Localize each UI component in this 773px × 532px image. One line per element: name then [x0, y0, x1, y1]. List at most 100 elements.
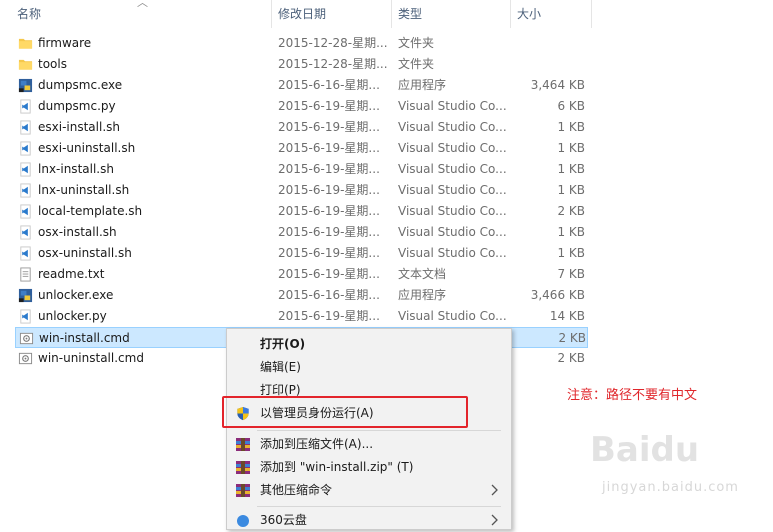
file-date: 2015-6-19-星期...	[278, 204, 380, 218]
file-date: 2015-6-16-星期...	[278, 78, 380, 92]
file-row[interactable]: osx-uninstall.sh 2015-6-19-星期... Visual St…	[15, 243, 588, 264]
vscode-file-icon	[18, 162, 33, 177]
file-size: 7 KB	[557, 267, 585, 281]
menu-item-label: 编辑(E)	[260, 360, 301, 374]
vscode-file-icon	[18, 204, 33, 219]
file-row[interactable]: esxi-uninstall.sh 2015-6-19-星期... Visual S…	[15, 138, 588, 159]
column-divider[interactable]	[510, 0, 511, 28]
file-type: 应用程序	[398, 78, 447, 92]
vscode-file-icon	[18, 246, 33, 261]
file-row[interactable]: tools 2015-12-28-星期... 文件夹	[15, 54, 588, 75]
column-header-date[interactable]: 修改日期	[278, 0, 326, 28]
file-name: tools	[38, 57, 67, 71]
file-row[interactable]: firmware 2015-12-28-星期... 文件夹	[15, 33, 588, 54]
file-row[interactable]: dumpsmc.py 2015-6-19-星期... Visual Studio C…	[15, 96, 588, 117]
file-name: lnx-install.sh	[38, 162, 114, 176]
file-size: 6 KB	[557, 99, 585, 113]
file-row[interactable]: local-template.sh 2015-6-19-星期... Visual S…	[15, 201, 588, 222]
menu-separator	[257, 430, 501, 431]
file-name: dumpsmc.py	[38, 99, 116, 113]
file-type: Visual Studio Co...	[398, 120, 507, 134]
cmd-file-icon	[19, 331, 34, 346]
vscode-file-icon	[18, 183, 33, 198]
file-type: Visual Studio Co...	[398, 162, 507, 176]
file-type: Visual Studio Co...	[398, 309, 507, 323]
column-divider[interactable]	[271, 0, 272, 28]
file-size: 2 KB	[558, 331, 586, 345]
file-size: 1 KB	[557, 120, 585, 134]
file-date: 2015-6-19-星期...	[278, 99, 380, 113]
file-type: Visual Studio Co...	[398, 204, 507, 218]
cloud-drive-icon	[235, 513, 251, 528]
vscode-file-icon	[18, 141, 33, 156]
watermark-brand: Baidu	[590, 430, 700, 470]
vscode-file-icon	[18, 225, 33, 240]
file-row[interactable]: dumpsmc.exe 2015-6-16-星期... 应用程序 3,464 KB	[15, 75, 588, 96]
python-exe-icon	[18, 288, 33, 303]
menu-item-open[interactable]: 打开(O)	[227, 333, 511, 356]
menu-item-label: 打开(O)	[260, 337, 306, 351]
file-name: esxi-uninstall.sh	[38, 141, 136, 155]
file-name: unlocker.exe	[38, 288, 114, 302]
file-name: lnx-uninstall.sh	[38, 183, 130, 197]
file-row[interactable]: lnx-install.sh 2015-6-19-星期... Visual Stud…	[15, 159, 588, 180]
file-row[interactable]: readme.txt 2015-6-19-星期... 文本文档 7 KB	[15, 264, 588, 285]
file-type: Visual Studio Co...	[398, 246, 507, 260]
file-row[interactable]: osx-install.sh 2015-6-19-星期... Visual Stud…	[15, 222, 588, 243]
file-size: 2 KB	[557, 351, 585, 365]
column-divider[interactable]	[591, 0, 592, 28]
file-size: 14 KB	[549, 309, 585, 323]
column-header-type[interactable]: 类型	[398, 0, 422, 28]
file-size: 1 KB	[557, 246, 585, 260]
menu-item-label: 添加到 "win-install.zip" (T)	[260, 460, 414, 474]
folder-icon	[18, 57, 33, 72]
file-name: osx-install.sh	[38, 225, 117, 239]
file-size: 2 KB	[557, 204, 585, 218]
column-header-size[interactable]: 大小	[517, 0, 541, 28]
file-date: 2015-6-19-星期...	[278, 183, 380, 197]
file-name: dumpsmc.exe	[38, 78, 123, 92]
menu-item-add-to-zip[interactable]: 添加到 "win-install.zip" (T)	[227, 456, 511, 479]
winrar-icon	[235, 437, 251, 452]
file-size: 1 KB	[557, 141, 585, 155]
file-size: 1 KB	[557, 162, 585, 176]
file-row[interactable]: unlocker.py 2015-6-19-星期... Visual Studio …	[15, 306, 588, 327]
file-type: 应用程序	[398, 288, 447, 302]
file-name: unlocker.py	[38, 309, 107, 323]
vscode-file-icon	[18, 309, 33, 324]
file-type: Visual Studio Co...	[398, 99, 507, 113]
chevron-right-icon	[489, 513, 499, 527]
file-name: readme.txt	[38, 267, 105, 281]
annotation-highlight-box	[222, 396, 468, 428]
file-row[interactable]: esxi-install.sh 2015-6-19-星期... Visual Stu…	[15, 117, 588, 138]
menu-item-360-cloud[interactable]: 360云盘	[227, 509, 511, 532]
column-divider[interactable]	[391, 0, 392, 28]
file-size: 3,466 KB	[530, 288, 585, 302]
watermark-url: jingyan.baidu.com	[602, 480, 739, 495]
file-row[interactable]: unlocker.exe 2015-6-16-星期... 应用程序 3,466 KB	[15, 285, 588, 306]
file-name: firmware	[38, 36, 92, 50]
winrar-icon	[235, 460, 251, 475]
folder-icon	[18, 36, 33, 51]
menu-item-edit[interactable]: 编辑(E)	[227, 356, 511, 379]
column-header-name[interactable]: 名称	[17, 0, 41, 28]
menu-item-label: 其他压缩命令	[260, 483, 333, 497]
file-date: 2015-6-16-星期...	[278, 288, 380, 302]
menu-separator	[257, 506, 501, 507]
file-type: Visual Studio Co...	[398, 141, 507, 155]
annotation-note: 注意：路径不要有中文	[567, 388, 698, 403]
file-type: 文件夹	[398, 57, 435, 71]
file-type: Visual Studio Co...	[398, 225, 507, 239]
chevron-right-icon	[489, 483, 499, 497]
menu-item-label: 360云盘	[260, 513, 307, 527]
vscode-file-icon	[18, 99, 33, 114]
column-header-bar: 名称 ︿ 修改日期 类型 大小	[0, 0, 592, 28]
file-date: 2015-6-19-星期...	[278, 120, 380, 134]
file-row[interactable]: lnx-uninstall.sh 2015-6-19-星期... Visual St…	[15, 180, 588, 201]
file-size: 1 KB	[557, 225, 585, 239]
menu-item-other-compress[interactable]: 其他压缩命令	[227, 479, 511, 502]
menu-item-add-to-archive[interactable]: 添加到压缩文件(A)...	[227, 433, 511, 456]
file-name: osx-uninstall.sh	[38, 246, 132, 260]
file-date: 2015-6-19-星期...	[278, 246, 380, 260]
file-date: 2015-6-19-星期...	[278, 225, 380, 239]
